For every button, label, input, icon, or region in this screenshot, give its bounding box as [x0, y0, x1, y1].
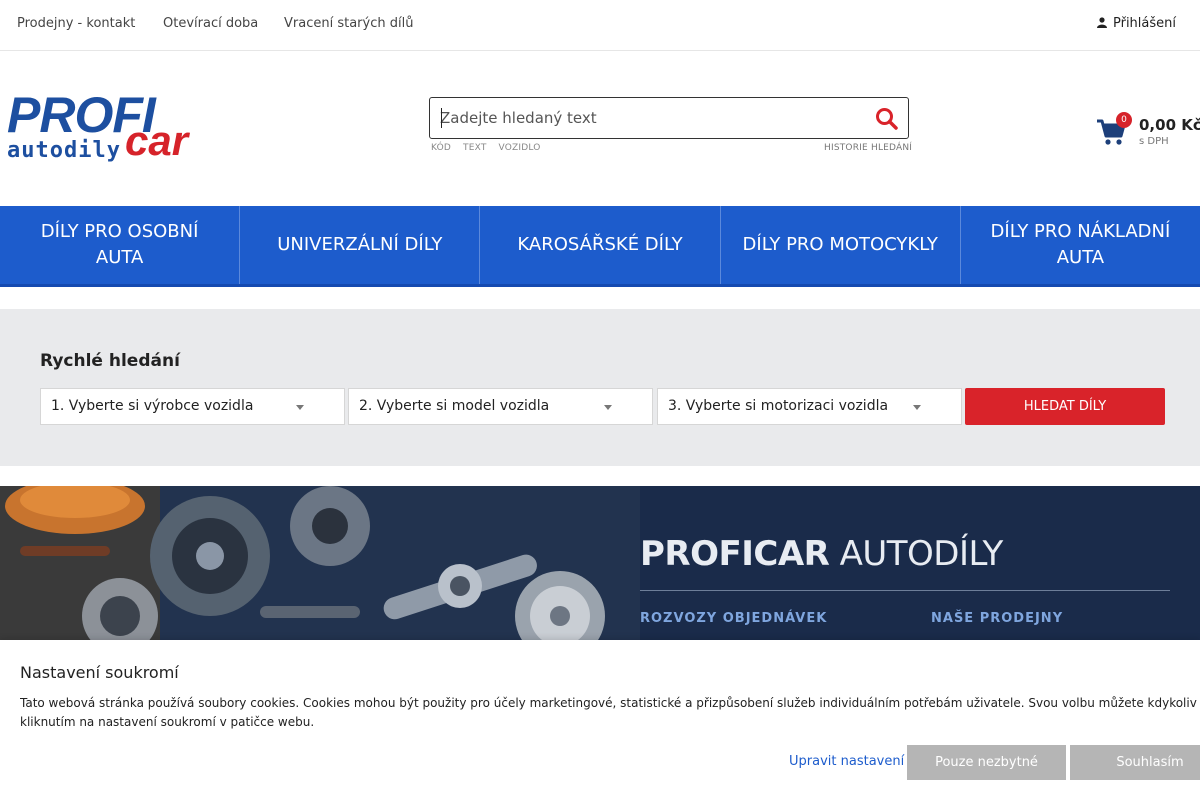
text-caret	[441, 108, 442, 128]
quick-search-title: Rychlé hledání	[40, 351, 180, 371]
main-nav: DÍLY PRO OSOBNÍ AUTA UNIVERZÁLNÍ DÍLY KA…	[0, 206, 1200, 287]
cookie-text-line-1: Tato webová stránka používá soubory cook…	[20, 696, 1200, 710]
hint-code: KÓD	[431, 143, 452, 153]
select-manufacturer-value: 1. Vyberte si výrobce vozidla	[51, 398, 254, 414]
banner-title-bold: PROFICAR	[640, 534, 830, 574]
cookie-consent-panel: Nastavení soukromí Tato webová stránka p…	[0, 640, 1200, 800]
hint-text: TEXT	[463, 143, 487, 153]
select-model-value: 2. Vyberte si model vozidla	[359, 398, 550, 414]
link-stores-contact[interactable]: Prodejny - kontakt	[17, 16, 135, 31]
top-bar: Prodejny - kontakt Otevírací doba Vracen…	[0, 0, 1200, 51]
nav-item-truck-parts[interactable]: DÍLY PRO NÁKLADNÍ AUTA	[961, 206, 1200, 284]
nav-item-passenger-car-parts[interactable]: DÍLY PRO OSOBNÍ AUTA	[0, 206, 241, 284]
cart[interactable]: 0 0,00 Kč s DPH	[1096, 112, 1200, 152]
user-icon	[1096, 16, 1107, 31]
car-parts-image	[0, 486, 640, 646]
nav-item-universal-parts[interactable]: UNIVERZÁLNÍ DÍLY	[240, 206, 481, 284]
cookie-accept-button[interactable]: Souhlasím	[1070, 745, 1200, 780]
search-parts-button[interactable]: HLEDAT DÍLY	[965, 388, 1165, 425]
login-link[interactable]: Přihlášení	[1096, 16, 1176, 31]
banner-title-rest: AUTODÍLY	[829, 534, 1004, 574]
hint-vehicle: VOZIDLO	[498, 143, 541, 153]
banner-link-stores[interactable]: NAŠE PRODEJNY	[931, 611, 1063, 626]
chevron-down-icon	[604, 405, 612, 410]
cookie-text-line-2: kliknutím na nastavení soukromí v patičc…	[20, 715, 315, 729]
logo-word-autodily: autodily	[7, 138, 121, 163]
banner-title: PROFICAR AUTODÍLY	[640, 534, 1003, 574]
search-input[interactable]	[440, 106, 860, 130]
cookie-necessary-button[interactable]: Pouze nezbytné	[907, 745, 1066, 780]
link-opening-hours[interactable]: Otevírací doba	[163, 16, 258, 31]
select-model[interactable]: 2. Vyberte si model vozidla	[348, 388, 653, 425]
chevron-down-icon	[913, 405, 921, 410]
chevron-down-icon	[296, 405, 304, 410]
select-manufacturer[interactable]: 1. Vyberte si výrobce vozidla	[40, 388, 345, 425]
nav-item-body-parts[interactable]: KAROSÁŘSKÉ DÍLY	[480, 206, 721, 284]
promo-banner: PROFICAR AUTODÍLY ROZVOZY OBJEDNÁVEK NAŠ…	[0, 486, 1200, 646]
banner-link-deliveries[interactable]: ROZVOZY OBJEDNÁVEK	[640, 611, 827, 626]
banner-divider	[640, 590, 1170, 591]
cookie-settings-link[interactable]: Upravit nastavení	[789, 754, 904, 769]
quick-search-panel: Rychlé hledání 1. Vyberte si výrobce voz…	[0, 309, 1200, 466]
select-engine-value: 3. Vyberte si motorizaci vozidla	[668, 398, 889, 414]
cart-price: 0,00 Kč	[1139, 116, 1200, 134]
nav-spacer	[0, 287, 1200, 309]
logo-word-car: car	[125, 117, 189, 164]
header: PROFI autodily car KÓD TEXT VOZIDLO HIST…	[0, 52, 1200, 206]
search-box	[429, 97, 909, 139]
link-return-old-parts[interactable]: Vracení starých dílů	[284, 16, 413, 31]
cart-vat-note: s DPH	[1139, 136, 1169, 147]
search-icon[interactable]	[874, 106, 900, 132]
search-hints: KÓD TEXT VOZIDLO	[431, 143, 541, 153]
select-engine[interactable]: 3. Vyberte si motorizaci vozidla	[657, 388, 962, 425]
cookie-title: Nastavení soukromí	[20, 663, 179, 682]
cookie-text: Tato webová stránka používá soubory cook…	[20, 694, 1200, 732]
nav-item-motorcycle-parts[interactable]: DÍLY PRO MOTOCYKLY	[721, 206, 961, 284]
login-label: Přihlášení	[1112, 16, 1176, 31]
cart-count-badge: 0	[1116, 112, 1132, 128]
search-history-link[interactable]: HISTORIE HLEDÁNÍ	[824, 143, 912, 153]
logo[interactable]: PROFI autodily car	[7, 90, 237, 170]
